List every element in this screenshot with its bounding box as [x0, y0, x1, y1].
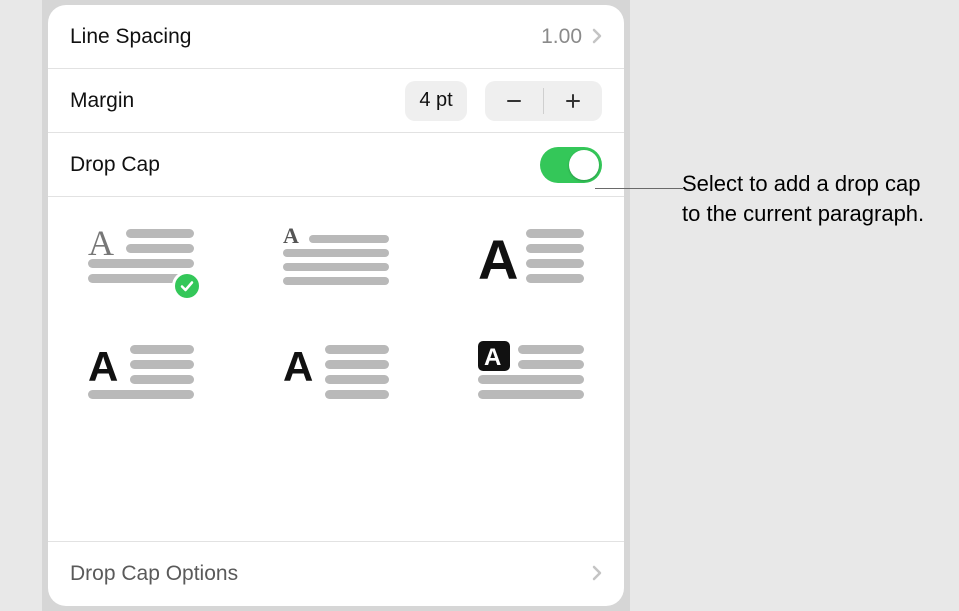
drop-cap-toggle[interactable]: [540, 147, 602, 183]
svg-text:A: A: [88, 343, 118, 390]
drop-cap-label: Drop Cap: [70, 153, 160, 177]
format-panel-frame: Line Spacing 1.00 Margin 4 pt: [42, 0, 630, 611]
dropcap-style-small-raised[interactable]: A: [283, 225, 389, 293]
format-panel: Line Spacing 1.00 Margin 4 pt: [48, 5, 624, 606]
drop-cap-styles-grid: A A: [70, 225, 602, 409]
margin-stepper: [485, 81, 602, 121]
drop-cap-styles-area: A A: [48, 197, 624, 542]
callout-leader: [595, 188, 683, 189]
margin-decrement-button[interactable]: [485, 81, 543, 121]
callout-text: Select to add a drop cap to the current …: [682, 169, 930, 228]
line-spacing-row[interactable]: Line Spacing 1.00: [48, 5, 624, 69]
svg-text:A: A: [283, 225, 299, 248]
chevron-right-icon: [592, 561, 602, 587]
dropcap-style-2line-fill[interactable]: A: [88, 225, 194, 293]
margin-value[interactable]: 4 pt: [405, 81, 467, 121]
line-spacing-label: Line Spacing: [70, 25, 191, 49]
dropcap-style-bold-hanging[interactable]: A: [283, 341, 389, 409]
dropcap-style-bold-3line-fill[interactable]: A: [88, 341, 194, 409]
toggle-knob: [569, 150, 599, 180]
dropcap-style-bold-4line[interactable]: A: [478, 225, 584, 293]
line-spacing-value-group: 1.00: [541, 24, 602, 50]
svg-text:A: A: [478, 228, 518, 291]
svg-text:A: A: [283, 343, 313, 390]
drop-cap-options-label: Drop Cap Options: [70, 562, 238, 586]
chevron-right-icon: [592, 24, 602, 50]
line-spacing-value: 1.00: [541, 25, 582, 49]
svg-text:A: A: [484, 344, 501, 371]
margin-controls: 4 pt: [405, 81, 602, 121]
margin-label: Margin: [70, 89, 134, 113]
margin-increment-button[interactable]: [544, 81, 602, 121]
margin-row: Margin 4 pt: [48, 69, 624, 133]
svg-text:A: A: [88, 225, 114, 263]
check-icon: [172, 271, 202, 301]
dropcap-style-boxed[interactable]: A: [478, 341, 584, 409]
drop-cap-options-row[interactable]: Drop Cap Options: [48, 542, 624, 606]
drop-cap-row: Drop Cap: [48, 133, 624, 197]
